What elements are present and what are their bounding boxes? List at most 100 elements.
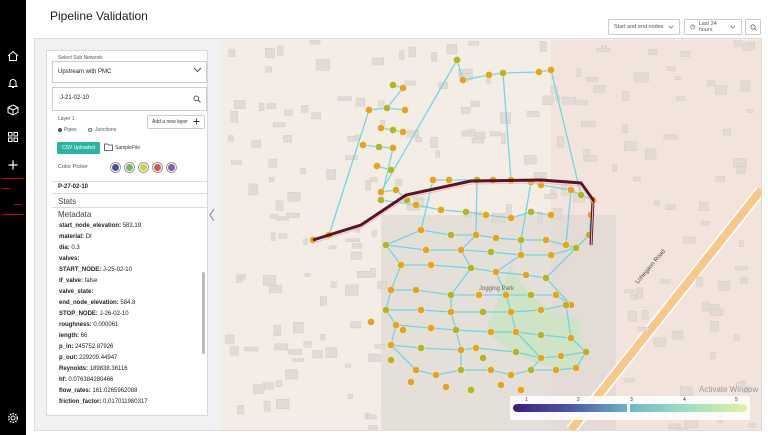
junction-node[interactable] — [507, 371, 515, 379]
junction-node[interactable] — [392, 186, 400, 194]
junction-node[interactable] — [482, 211, 490, 219]
junction-node[interactable] — [467, 264, 475, 272]
junction-node[interactable] — [427, 261, 435, 269]
junction-node[interactable] — [442, 383, 450, 391]
junction-node[interactable] — [542, 274, 550, 282]
junction-node[interactable] — [512, 328, 520, 336]
junction-node[interactable] — [432, 371, 440, 379]
junction-node[interactable] — [377, 188, 385, 196]
junction-node[interactable] — [417, 306, 425, 314]
junction-node[interactable] — [373, 162, 381, 170]
junction-node[interactable] — [517, 236, 525, 244]
zoom-button[interactable] — [745, 19, 761, 35]
junction-node[interactable] — [382, 241, 390, 249]
junction-node[interactable] — [399, 128, 407, 136]
junction-node[interactable] — [383, 104, 391, 112]
junction-node[interactable] — [447, 308, 455, 316]
junction-node[interactable] — [522, 271, 530, 279]
junction-node[interactable] — [392, 321, 400, 329]
junction-node[interactable] — [479, 308, 487, 316]
junction-node[interactable] — [537, 354, 545, 362]
junction-node[interactable] — [457, 366, 465, 374]
csv-uploaded-button[interactable]: CSV Uploaded — [57, 142, 100, 154]
swatch-purple[interactable] — [167, 163, 176, 172]
junction-node[interactable] — [437, 206, 445, 214]
junction-node[interactable] — [387, 356, 395, 364]
radio-junctions[interactable] — [88, 128, 92, 132]
junction-node[interactable] — [417, 226, 425, 234]
junction-node[interactable] — [475, 291, 483, 299]
junction-node[interactable] — [485, 71, 493, 79]
junction-node[interactable] — [459, 76, 467, 84]
junction-node[interactable] — [445, 176, 453, 184]
map-view[interactable]: Lohegaon Road Jogging Park Activate Wind… — [221, 40, 761, 430]
junction-node[interactable] — [457, 246, 465, 254]
junction-node[interactable] — [472, 231, 480, 239]
junction-node[interactable] — [401, 106, 409, 114]
junction-node[interactable] — [457, 346, 465, 354]
junction-node[interactable] — [377, 124, 385, 132]
junction-node[interactable] — [399, 84, 407, 92]
junction-node[interactable] — [412, 201, 420, 209]
junction-node[interactable] — [359, 141, 367, 149]
junction-node[interactable] — [507, 214, 515, 222]
junction-node[interactable] — [537, 181, 545, 189]
bell-icon[interactable] — [0, 74, 26, 92]
junction-node[interactable] — [527, 208, 535, 216]
junction-node[interactable] — [412, 286, 420, 294]
junction-node[interactable] — [472, 344, 480, 352]
junction-node[interactable] — [572, 364, 580, 372]
junction-node[interactable] — [527, 366, 535, 374]
junction-node[interactable] — [389, 144, 397, 152]
collapse-chevron-icon[interactable] — [208, 208, 216, 222]
junction-node[interactable] — [422, 246, 430, 254]
junction-node[interactable] — [487, 248, 495, 256]
junction-node[interactable] — [547, 66, 555, 74]
junction-node[interactable] — [453, 56, 461, 64]
junction-node[interactable] — [447, 291, 455, 299]
junction-node[interactable] — [377, 196, 385, 204]
junction-node[interactable] — [407, 378, 415, 386]
junction-node[interactable] — [367, 318, 375, 326]
junction-node[interactable] — [399, 326, 407, 334]
junction-node[interactable] — [387, 286, 395, 294]
scrollbar[interactable] — [202, 272, 205, 354]
junction-node[interactable] — [397, 261, 405, 269]
time-range-select[interactable]: Last 24 hours — [684, 19, 742, 35]
junction-node[interactable] — [577, 191, 585, 199]
junction-node[interactable] — [497, 381, 505, 389]
home-icon[interactable] — [0, 47, 26, 65]
junction-node[interactable] — [517, 386, 525, 394]
radio-pipes[interactable] — [58, 128, 62, 132]
swatch-green[interactable] — [125, 163, 134, 172]
plus-icon[interactable] — [0, 156, 26, 174]
junction-node[interactable] — [462, 208, 470, 216]
grid-icon[interactable] — [0, 128, 26, 146]
junction-node[interactable] — [429, 176, 437, 184]
junction-node[interactable] — [535, 68, 543, 76]
junction-node[interactable] — [572, 244, 580, 252]
swatch-navy[interactable] — [111, 163, 120, 172]
swatch-red[interactable] — [153, 163, 162, 172]
junction-node[interactable] — [567, 186, 575, 194]
junction-node[interactable] — [365, 106, 373, 114]
junction-node[interactable] — [547, 211, 555, 219]
junction-node[interactable] — [389, 81, 397, 89]
cube-icon[interactable] — [0, 101, 26, 119]
junction-node[interactable] — [387, 341, 395, 349]
junction-node[interactable] — [562, 301, 570, 309]
junction-node[interactable] — [479, 354, 487, 362]
junction-node[interactable] — [567, 334, 575, 342]
junction-node[interactable] — [417, 344, 425, 352]
junction-node[interactable] — [512, 348, 520, 356]
junction-node[interactable] — [552, 366, 560, 374]
junction-node[interactable] — [502, 291, 510, 299]
junction-node[interactable] — [487, 366, 495, 374]
junction-node[interactable] — [562, 241, 570, 249]
junction-node[interactable] — [527, 291, 535, 299]
junction-node[interactable] — [487, 328, 495, 336]
junction-node[interactable] — [452, 326, 460, 334]
junction-node[interactable] — [382, 306, 390, 314]
junction-node[interactable] — [557, 352, 565, 360]
map-canvas[interactable]: Lohegaon Road Jogging Park Activate Wind… — [221, 40, 761, 430]
